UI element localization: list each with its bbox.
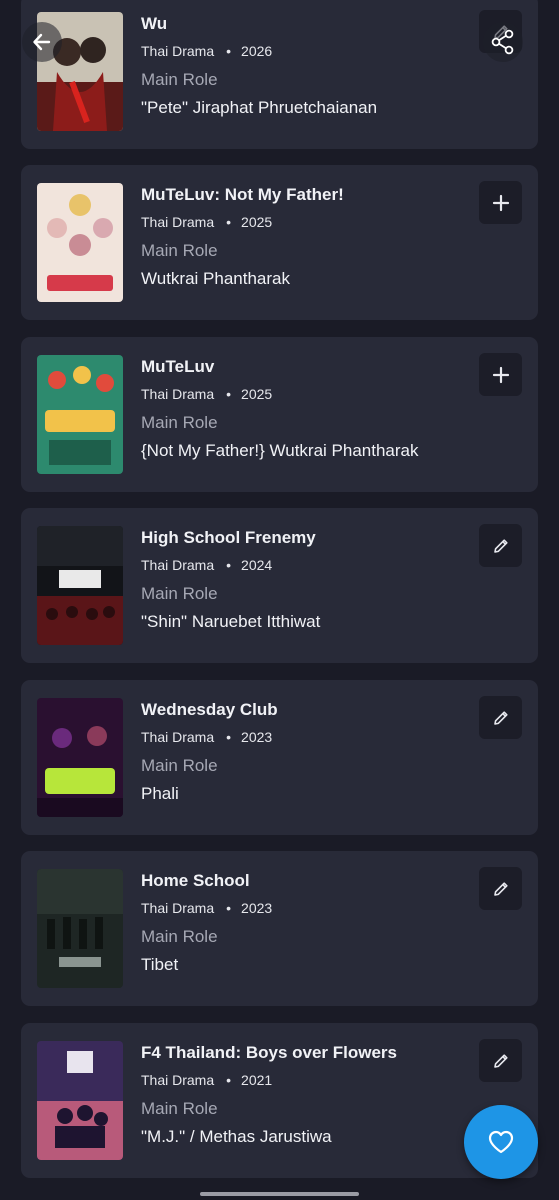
meta-separator: • <box>226 214 232 230</box>
pencil-icon <box>493 710 508 725</box>
back-button[interactable] <box>22 22 62 62</box>
arrow-left-icon <box>33 33 51 51</box>
drama-title[interactable]: Home School <box>141 871 250 891</box>
list-item[interactable]: Wednesday Club Thai Drama • 2023 Main Role… <box>21 680 538 835</box>
list-item[interactable]: F4 Thailand: Boys over Flowers Thai Dram… <box>21 1023 538 1178</box>
drama-meta: Thai Drama • 2026 <box>141 43 272 59</box>
poster-image[interactable] <box>37 183 123 302</box>
drama-title[interactable]: Wednesday Club <box>141 700 278 720</box>
poster-image[interactable] <box>37 355 123 474</box>
drama-type: Thai Drama <box>141 43 215 59</box>
drama-type: Thai Drama <box>141 729 215 745</box>
plus-icon <box>492 366 509 383</box>
list-item[interactable]: Home School Thai Drama • 2023 Main Role Ti… <box>21 851 538 1006</box>
drama-year: 2023 <box>241 729 273 745</box>
meta-separator: • <box>226 557 232 573</box>
role-name: Tibet <box>141 955 179 974</box>
meta-separator: • <box>226 43 232 59</box>
drama-meta: Thai Drama • 2023 <box>141 900 272 916</box>
drama-year: 2025 <box>241 386 273 402</box>
poster-muteluv <box>37 355 123 474</box>
drama-year: 2026 <box>241 43 273 59</box>
drama-title[interactable]: MuTeLuv: Not My Father! <box>141 185 344 205</box>
drama-meta: Thai Drama • 2025 <box>141 214 272 230</box>
drama-type: Thai Drama <box>141 386 215 402</box>
role-name: {Not My Father!} Wutkrai Phantharak <box>141 441 419 460</box>
poster-high-school-frenemy <box>37 526 123 645</box>
role-name: "M.J." / Methas Jarustiwa <box>141 1127 332 1146</box>
drama-title[interactable]: F4 Thailand: Boys over Flowers <box>141 1043 397 1063</box>
drama-meta: Thai Drama • 2021 <box>141 1072 272 1088</box>
share-button[interactable] <box>483 22 523 62</box>
role-label: Main Role <box>141 413 218 432</box>
edit-button[interactable] <box>479 696 522 739</box>
drama-year: 2023 <box>241 900 273 916</box>
poster-image[interactable] <box>37 1041 123 1160</box>
meta-separator: • <box>226 386 232 402</box>
poster-muteluv-not-my-father <box>37 183 123 302</box>
list-item[interactable]: MuTeLuv: Not My Father! Thai Drama • 2025 … <box>21 165 538 320</box>
edit-button[interactable] <box>479 524 522 567</box>
meta-separator: • <box>226 900 232 916</box>
list-item[interactable]: MuTeLuv Thai Drama • 2025 Main Role {Not M… <box>21 337 538 492</box>
poster-image[interactable] <box>37 869 123 988</box>
role-label: Main Role <box>141 241 218 260</box>
heart-icon <box>488 1130 514 1154</box>
list-item[interactable]: High School Frenemy Thai Drama • 2024 Main… <box>21 508 538 663</box>
drama-type: Thai Drama <box>141 900 215 916</box>
role-label: Main Role <box>141 756 218 775</box>
home-indicator[interactable] <box>200 1192 359 1196</box>
pencil-icon <box>493 1053 508 1068</box>
add-button[interactable] <box>479 181 522 224</box>
drama-type: Thai Drama <box>141 214 215 230</box>
role-label: Main Role <box>141 1099 218 1118</box>
poster-image[interactable] <box>37 526 123 645</box>
drama-type: Thai Drama <box>141 557 215 573</box>
meta-separator: • <box>226 1072 232 1088</box>
plus-icon <box>492 194 509 211</box>
add-button[interactable] <box>479 353 522 396</box>
role-label: Main Role <box>141 927 218 946</box>
poster-image[interactable] <box>37 698 123 817</box>
poster-home-school <box>37 869 123 988</box>
role-name: Phali <box>141 784 179 803</box>
poster-wednesday-club <box>37 698 123 817</box>
pencil-icon <box>493 881 508 896</box>
drama-meta: Thai Drama • 2024 <box>141 557 272 573</box>
poster-f4-thailand <box>37 1041 123 1160</box>
edit-button[interactable] <box>479 1039 522 1082</box>
drama-title[interactable]: High School Frenemy <box>141 528 316 548</box>
role-name: "Pete" Jiraphat Phruetchaianan <box>141 98 378 117</box>
list-item[interactable]: Wu Thai Drama • 2026 Main Role "Pete" Jira… <box>21 0 538 149</box>
role-name: "Shin" Naruebet Itthiwat <box>141 612 321 631</box>
drama-year: 2021 <box>241 1072 273 1088</box>
drama-year: 2025 <box>241 214 273 230</box>
drama-title[interactable]: Wu <box>141 14 167 34</box>
role-label: Main Role <box>141 70 218 89</box>
drama-title[interactable]: MuTeLuv <box>141 357 214 377</box>
share-icon <box>491 29 514 55</box>
drama-meta: Thai Drama • 2023 <box>141 729 272 745</box>
drama-year: 2024 <box>241 557 273 573</box>
favorite-button[interactable] <box>464 1105 538 1179</box>
meta-separator: • <box>226 729 232 745</box>
drama-meta: Thai Drama • 2025 <box>141 386 272 402</box>
edit-button[interactable] <box>479 867 522 910</box>
drama-type: Thai Drama <box>141 1072 215 1088</box>
role-label: Main Role <box>141 584 218 603</box>
pencil-icon <box>493 538 508 553</box>
role-name: Wutkrai Phantharak <box>141 269 290 288</box>
